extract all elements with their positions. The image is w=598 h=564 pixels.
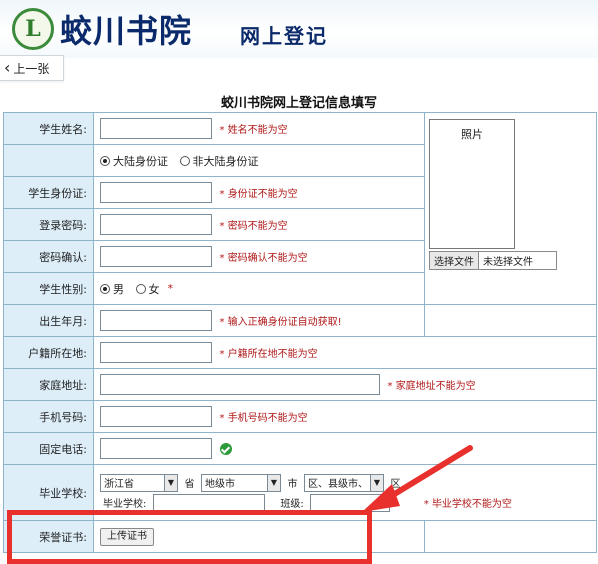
confirm-cell: * 密码确认不能为空: [93, 240, 425, 273]
school-logo: L: [12, 8, 54, 50]
province-suffix: 省: [184, 479, 195, 490]
file-status: 未选择文件: [483, 257, 533, 268]
photo-label: 照片: [461, 128, 483, 141]
check-icon: [219, 442, 232, 455]
header-banner: L 蛟川书院 网上登记: [0, 0, 598, 58]
address-label: 家庭地址:: [3, 368, 94, 401]
password-error: * 密码不能为空: [219, 221, 288, 232]
empty-cell-2: [424, 520, 597, 553]
gender-label: 学生性别:: [3, 272, 94, 305]
radio-male[interactable]: [100, 283, 110, 294]
birth-error: * 输入正确身份证自动获取!: [219, 317, 342, 328]
radio-female[interactable]: [135, 283, 146, 294]
name-input[interactable]: [100, 118, 212, 139]
photo-preview: 照片: [429, 119, 515, 249]
password-input[interactable]: [100, 214, 212, 235]
school-error: * 毕业学校不能为空: [423, 499, 512, 510]
choose-file-button[interactable]: 选择文件: [430, 252, 479, 269]
gender-cell: 男 女 *: [93, 272, 425, 305]
school-name-label: 毕业学校:: [103, 499, 147, 510]
id-type-label: [3, 144, 94, 177]
radio-male-label: 男: [113, 282, 124, 296]
registration-form: 学生姓名: * 姓名不能为空 照片 选择文件 未选择文件 大陆身份证 非大陆身份…: [3, 112, 597, 553]
mobile-input[interactable]: [100, 406, 212, 427]
chevron-down-icon: ▼: [370, 474, 383, 491]
hukou-cell: * 户籍所在地不能为空: [93, 336, 597, 369]
district-select[interactable]: 区、县级市、 ▼: [304, 473, 384, 492]
name-cell: * 姓名不能为空: [93, 112, 425, 145]
id-label: 学生身份证:: [3, 176, 94, 209]
radio-mainland-label: 大陆身份证: [113, 154, 168, 168]
confirm-error: * 密码确认不能为空: [219, 253, 308, 264]
form-title: 蛟川书院网上登记信息填写: [220, 96, 377, 111]
chevron-down-icon: ▼: [164, 474, 177, 491]
hukou-error: * 户籍所在地不能为空: [219, 349, 318, 360]
school-name-input[interactable]: [152, 493, 265, 512]
banner-title: 蛟川书院: [60, 12, 193, 50]
class-input[interactable]: [310, 493, 391, 512]
phone-cell: [93, 432, 597, 465]
radio-other-label: 非大陆身份证: [192, 154, 259, 168]
back-button-label: 上一张: [13, 61, 50, 76]
photo-file-input[interactable]: 选择文件 未选择文件: [429, 251, 557, 270]
name-error: * 姓名不能为空: [219, 125, 288, 136]
password-label: 登录密码:: [3, 208, 94, 241]
chevron-left-icon: ‹: [4, 58, 11, 77]
phone-input[interactable]: [100, 438, 212, 459]
id-type-cell: 大陆身份证 非大陆身份证: [93, 144, 425, 177]
address-error: * 家庭地址不能为空: [387, 381, 476, 392]
birth-cell: * 输入正确身份证自动获取!: [93, 304, 425, 337]
confirm-password-input[interactable]: [100, 246, 212, 267]
highlight-box: [7, 510, 372, 564]
city-select[interactable]: 地级市 ▼: [201, 473, 281, 492]
hukou-input[interactable]: [100, 342, 212, 363]
logo-glyph: L: [25, 16, 41, 42]
banner-subtitle: 网上登记: [240, 24, 328, 48]
empty-cell-1: [424, 304, 597, 337]
birth-input[interactable]: [100, 310, 212, 331]
hukou-label: 户籍所在地:: [3, 336, 94, 369]
address-cell: * 家庭地址不能为空: [93, 368, 597, 401]
district-suffix: 区: [390, 479, 401, 490]
school-region-row: 浙江省 ▼ 省 地级市 ▼ 市 区、县级市、 ▼ 区: [100, 473, 596, 492]
city-suffix: 市: [287, 479, 298, 490]
mobile-cell: * 手机号码不能为空: [93, 400, 597, 433]
birth-label: 出生年月:: [3, 304, 94, 337]
confirm-label: 密码确认:: [3, 240, 94, 273]
id-cell: * 身份证不能为空: [93, 176, 425, 209]
gender-required: *: [167, 281, 174, 295]
school-name-row: 毕业学校: 班级: * 毕业学校不能为空: [100, 493, 596, 512]
password-cell: * 密码不能为空: [93, 208, 425, 241]
address-input[interactable]: [100, 374, 380, 395]
chevron-down-icon: ▼: [267, 474, 280, 491]
back-button[interactable]: ‹ 上一张: [0, 55, 64, 81]
id-input[interactable]: [100, 182, 212, 203]
id-error: * 身份证不能为空: [219, 189, 298, 200]
name-label: 学生姓名:: [3, 112, 94, 145]
radio-other-id[interactable]: [179, 155, 190, 166]
radio-female-label: 女: [148, 282, 160, 296]
mobile-label: 手机号码:: [3, 400, 94, 433]
photo-cell: 照片 选择文件 未选择文件: [424, 112, 597, 305]
province-select[interactable]: 浙江省 ▼: [100, 473, 178, 492]
radio-mainland-id[interactable]: [100, 155, 110, 166]
phone-label: 固定电话:: [3, 432, 94, 465]
mobile-error: * 手机号码不能为空: [219, 413, 308, 424]
class-label: 班级:: [280, 499, 304, 510]
